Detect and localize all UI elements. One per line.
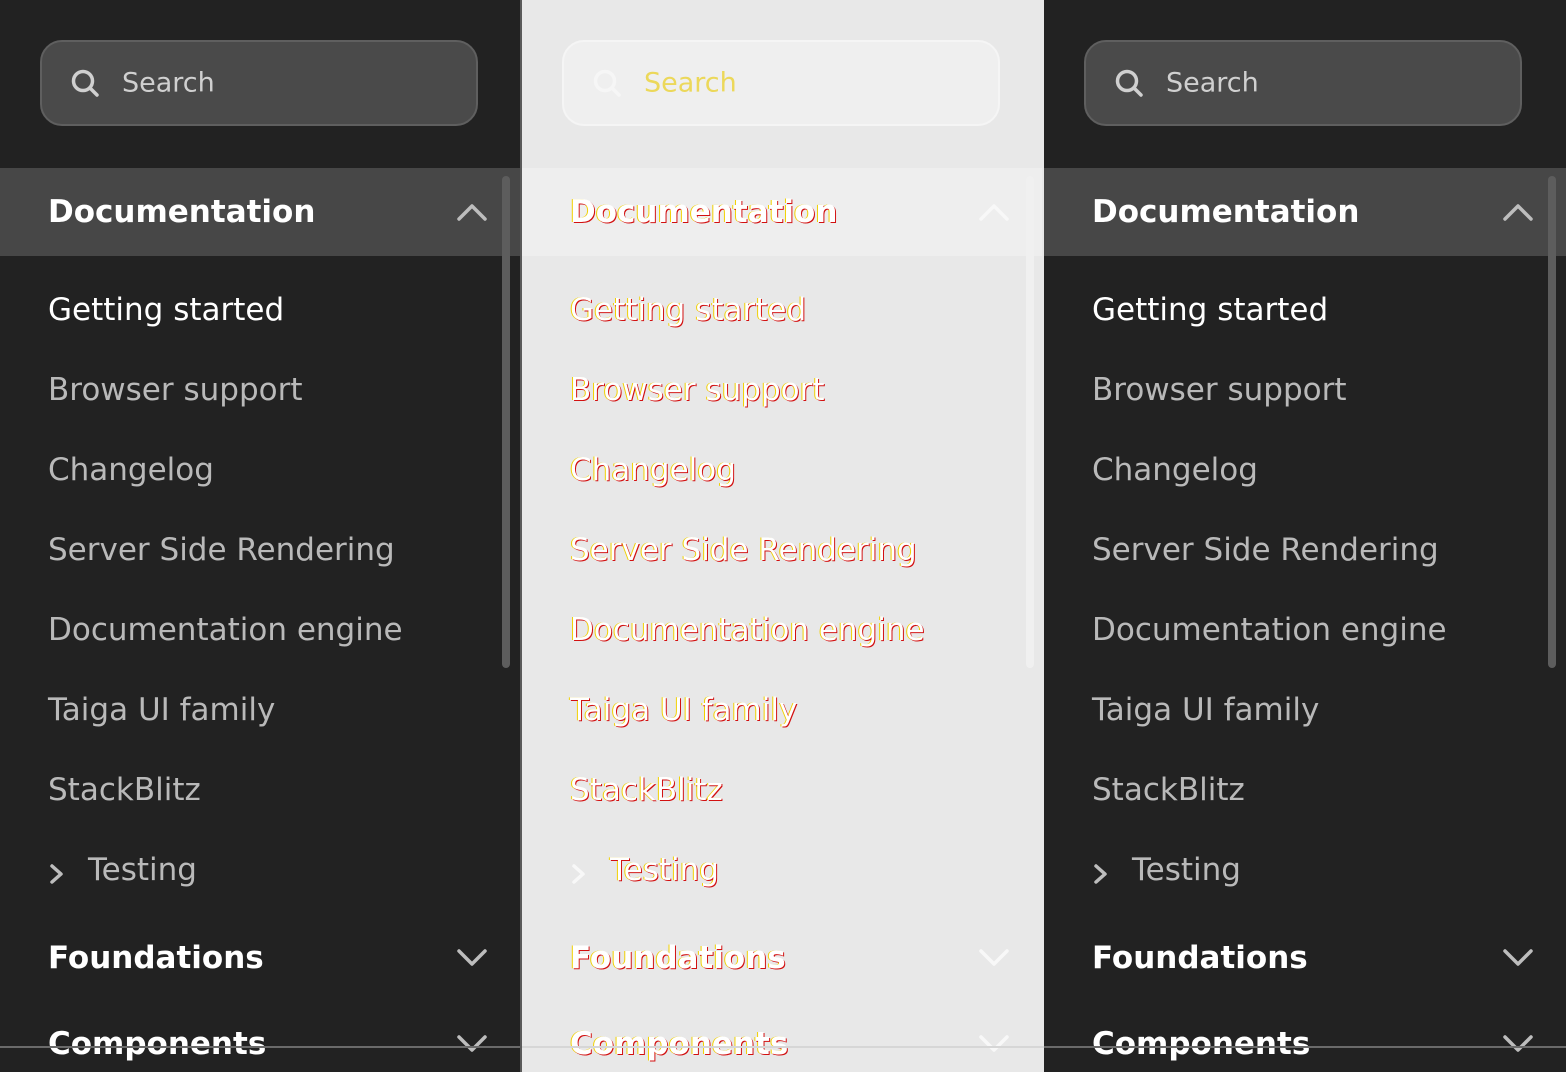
chevron-up-icon[interactable] — [1502, 201, 1534, 223]
chevron-right-icon — [570, 858, 588, 884]
scrollbar[interactable] — [1548, 176, 1556, 668]
search-input[interactable] — [120, 66, 424, 100]
nav-item-testing[interactable]: Testing — [570, 852, 719, 888]
section-title-foundations: Foundations — [48, 940, 264, 976]
divider-line — [522, 1046, 1044, 1048]
chevron-down-icon[interactable] — [1502, 1033, 1534, 1055]
nav-item-ssr[interactable]: Server Side Rendering — [48, 532, 395, 568]
divider-line — [0, 1046, 520, 1048]
nav-item-stackblitz[interactable]: StackBlitz — [48, 772, 201, 808]
scrollbar[interactable] — [502, 176, 510, 668]
nav-item-taiga-family[interactable]: Taiga UI family — [570, 692, 797, 728]
nav-item-ssr[interactable]: Server Side Rendering — [570, 532, 917, 568]
search-icon — [70, 68, 100, 98]
app-root: Documentation Getting started Browser su… — [0, 0, 1566, 1072]
sidebar-right: Documentation Getting started Browser su… — [1044, 0, 1566, 1072]
nav-item-stackblitz[interactable]: StackBlitz — [1092, 772, 1245, 808]
nav-item-getting-started[interactable]: Getting started — [570, 292, 806, 328]
chevron-right-icon — [48, 858, 66, 884]
nav-item-browser-support[interactable]: Browser support — [48, 372, 303, 408]
section-title-components: Components — [48, 1026, 267, 1062]
nav-item-getting-started[interactable]: Getting started — [48, 292, 284, 328]
search-input[interactable] — [1164, 66, 1468, 100]
section-title-documentation: Documentation — [48, 194, 316, 230]
nav-item-changelog[interactable]: Changelog — [48, 452, 214, 488]
section-title-components: Components — [570, 1026, 789, 1062]
nav-item-testing-label: Testing — [88, 852, 197, 888]
search-box[interactable] — [1084, 40, 1522, 126]
section-foundations[interactable]: Foundations — [522, 914, 1042, 1002]
nav-item-testing[interactable]: Testing — [1092, 852, 1241, 888]
chevron-down-icon[interactable] — [456, 1033, 488, 1055]
chevron-up-icon[interactable] — [456, 201, 488, 223]
search-icon — [592, 68, 622, 98]
section-title-foundations: Foundations — [1092, 940, 1308, 976]
section-foundations[interactable]: Foundations — [0, 914, 520, 1002]
nav-item-taiga-family[interactable]: Taiga UI family — [48, 692, 275, 728]
nav-item-testing[interactable]: Testing — [48, 852, 197, 888]
chevron-down-icon[interactable] — [978, 1033, 1010, 1055]
nav-item-doc-engine[interactable]: Documentation engine — [1092, 612, 1447, 648]
section-components[interactable]: Components — [1044, 1000, 1566, 1072]
section-components[interactable]: Components — [0, 1000, 520, 1072]
divider-line — [1044, 1046, 1566, 1048]
section-title-components: Components — [1092, 1026, 1311, 1062]
nav-item-doc-engine[interactable]: Documentation engine — [570, 612, 925, 648]
nav-item-taiga-family[interactable]: Taiga UI family — [1092, 692, 1319, 728]
sidebar-left: Documentation Getting started Browser su… — [0, 0, 520, 1072]
section-documentation[interactable]: Documentation — [1044, 168, 1566, 256]
search-input[interactable] — [642, 66, 946, 100]
section-components[interactable]: Components — [522, 1000, 1042, 1072]
search-box[interactable] — [40, 40, 478, 126]
nav-item-stackblitz[interactable]: StackBlitz — [570, 772, 723, 808]
chevron-down-icon[interactable] — [456, 947, 488, 969]
search-box[interactable] — [562, 40, 1000, 126]
nav-item-browser-support[interactable]: Browser support — [570, 372, 825, 408]
nav-item-ssr[interactable]: Server Side Rendering — [1092, 532, 1439, 568]
nav-item-changelog[interactable]: Changelog — [1092, 452, 1258, 488]
chevron-up-icon[interactable] — [978, 201, 1010, 223]
section-documentation[interactable]: Documentation — [522, 168, 1042, 256]
section-foundations[interactable]: Foundations — [1044, 914, 1566, 1002]
nav-item-changelog[interactable]: Changelog — [570, 452, 736, 488]
nav-item-testing-label: Testing — [610, 852, 719, 888]
chevron-down-icon[interactable] — [1502, 947, 1534, 969]
nav-item-getting-started[interactable]: Getting started — [1092, 292, 1328, 328]
section-title-documentation: Documentation — [570, 194, 838, 230]
nav-item-browser-support[interactable]: Browser support — [1092, 372, 1347, 408]
scrollbar[interactable] — [1026, 176, 1034, 668]
chevron-right-icon — [1092, 858, 1110, 884]
section-title-documentation: Documentation — [1092, 194, 1360, 230]
search-icon — [1114, 68, 1144, 98]
section-title-foundations: Foundations — [570, 940, 786, 976]
nav-item-doc-engine[interactable]: Documentation engine — [48, 612, 403, 648]
nav-item-testing-label: Testing — [1132, 852, 1241, 888]
sidebar-middle: Documentation Getting started Browser su… — [522, 0, 1044, 1072]
chevron-down-icon[interactable] — [978, 947, 1010, 969]
section-documentation[interactable]: Documentation — [0, 168, 520, 256]
